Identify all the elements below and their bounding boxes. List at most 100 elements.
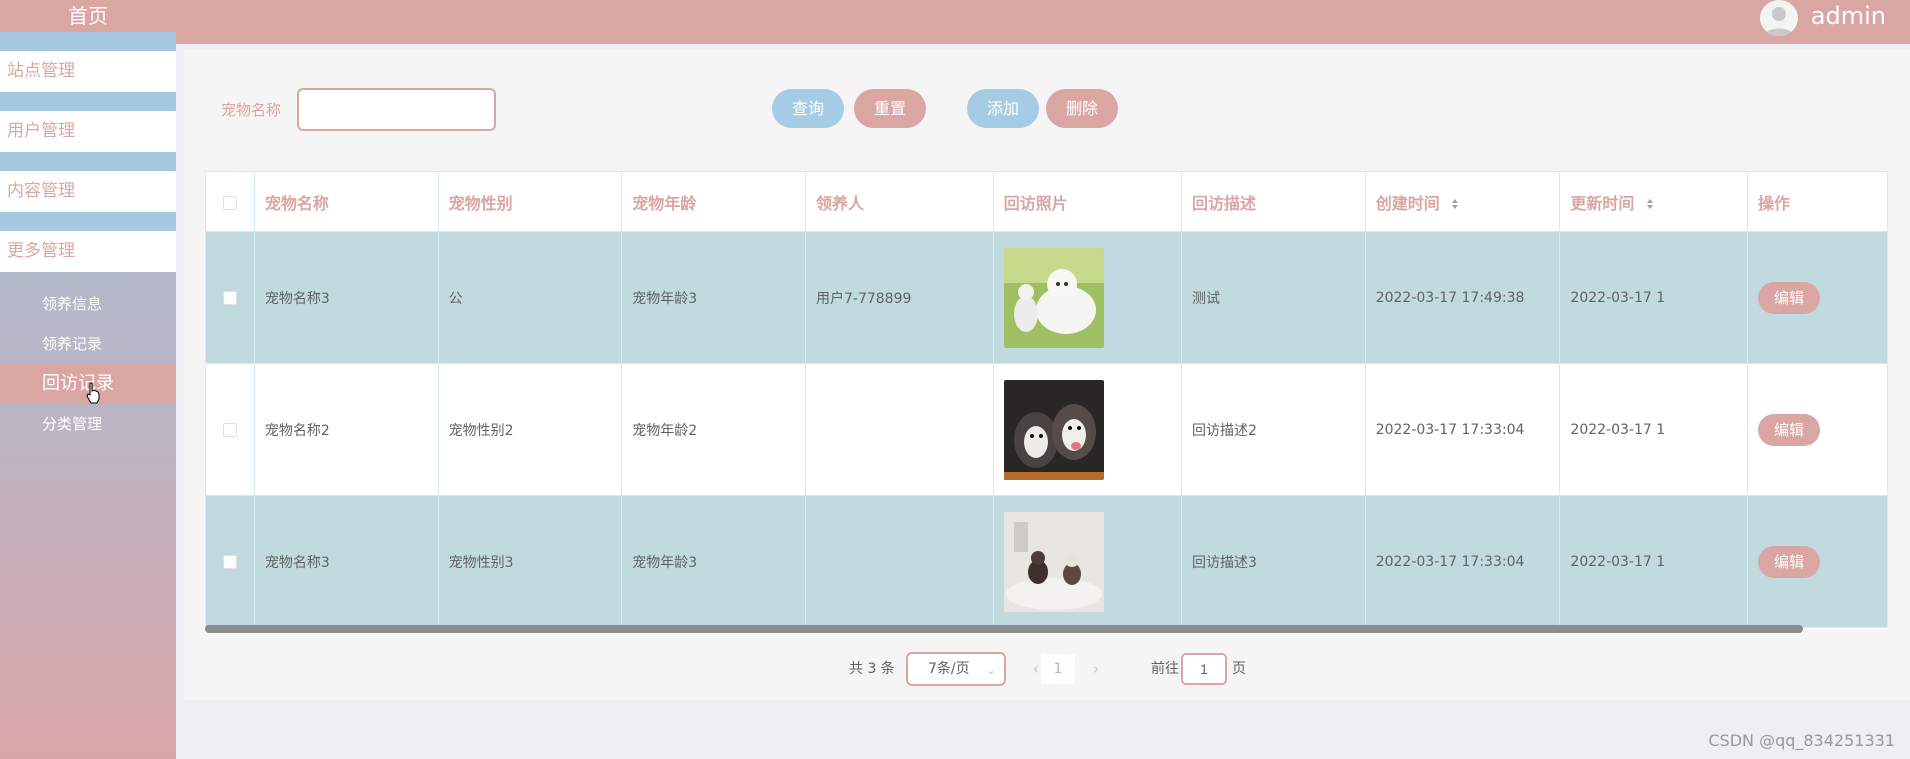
cell-visit-desc: 回访描述2: [1181, 363, 1366, 496]
pagination-total: 共 3 条: [849, 661, 895, 677]
hand-cursor-icon: [86, 382, 100, 404]
data-table: 宠物名称 宠物性别 宠物年龄 领养人 回访照片 回访描述 创建时间 更新时间 操…: [205, 171, 1888, 628]
cell-pet-age: 宠物年龄3: [621, 231, 806, 364]
add-button[interactable]: 添加: [967, 89, 1039, 128]
data-table-container: 宠物名称 宠物性别 宠物年龄 领养人 回访照片 回访描述 创建时间 更新时间 操…: [205, 171, 1888, 629]
page-size-select[interactable]: 7条/页 ⌄: [906, 652, 1006, 686]
col-header-created[interactable]: 创建时间: [1364, 171, 1561, 232]
cell-pet-age: 宠物年龄3: [621, 495, 806, 628]
cell-pet-age: 宠物年龄2: [621, 363, 806, 496]
cell-pet-gender: 公: [437, 231, 623, 364]
col-header-pet-age: 宠物年龄: [621, 171, 806, 232]
goto-page-input[interactable]: [1181, 653, 1227, 685]
sidebar-menu-users[interactable]: 用户管理: [0, 111, 176, 152]
cell-actions: 编辑: [1747, 495, 1888, 628]
col-header-label: 创建时间: [1375, 193, 1440, 213]
col-header-pet-name: 宠物名称: [253, 171, 439, 232]
sidebar-menu-content[interactable]: 内容管理: [0, 171, 176, 212]
sidebar-home-link[interactable]: 首页: [0, 0, 176, 32]
cell-pet-name: 宠物名称3: [253, 231, 439, 364]
cell-pet-name: 宠物名称2: [253, 363, 439, 496]
horizontal-scrollbar[interactable]: [205, 625, 1803, 633]
edit-button[interactable]: 编辑: [1758, 413, 1821, 446]
main-panel: 宠物名称 查询 重置 添加 删除 宠物名称 宠物性别 宠物年龄 领养人 回访照片…: [184, 50, 1910, 700]
col-header-pet-gender: 宠物性别: [437, 171, 623, 232]
table-header-row: 宠物名称 宠物性别 宠物年龄 领养人 回访照片 回访描述 创建时间 更新时间 操…: [205, 171, 1888, 232]
page-suffix-label: 页: [1232, 661, 1246, 677]
cell-pet-gender: 宠物性别3: [437, 495, 623, 628]
table-row: 宠物名称2 宠物性别2 宠物年龄2 回访描述2 2022-03-17 17:33…: [205, 363, 1888, 496]
avatar[interactable]: [1760, 0, 1798, 36]
white-dogs-photo[interactable]: [1003, 247, 1104, 348]
cell-updated: 2022-03-17 1: [1559, 231, 1749, 364]
cell-adopter: [804, 363, 994, 496]
col-header-visit-desc: 回访描述: [1181, 171, 1366, 232]
sidebar-gap: [0, 92, 176, 111]
cell-visit-photo: [992, 231, 1183, 364]
cell-actions: 编辑: [1747, 363, 1888, 496]
cell-created: 2022-03-17 17:33:04: [1364, 363, 1561, 496]
cell-adopter: 用户7-778899: [804, 231, 994, 364]
cell-visit-photo: [992, 363, 1183, 496]
edit-button[interactable]: 编辑: [1758, 281, 1821, 314]
sidebar-item-category[interactable]: 分类管理: [0, 404, 176, 444]
sort-icon[interactable]: [1451, 198, 1459, 210]
cell-visit-desc: 回访描述3: [1181, 495, 1366, 628]
col-header-actions: 操作: [1747, 171, 1888, 232]
table-row: 宠物名称3 宠物性别3 宠物年龄3 回访描述3 2022-03-17 17:33…: [205, 495, 1888, 628]
sidebar-item-label: 回访记录: [42, 373, 114, 394]
username[interactable]: admin: [1811, 0, 1886, 32]
cell-created: 2022-03-17 17:49:38: [1364, 231, 1561, 364]
search-label: 宠物名称: [221, 101, 282, 119]
page-size-value: 7条/页: [928, 661, 970, 677]
cell-visit-photo: [992, 495, 1183, 628]
husky-puppies-photo[interactable]: [1003, 379, 1104, 480]
cell-pet-name: 宠物名称3: [253, 495, 439, 628]
user-icon: [1765, 7, 1793, 36]
row-select-cell: [205, 231, 255, 364]
chevron-left-icon: ‹: [1032, 659, 1040, 678]
row-select-cell: [205, 363, 255, 496]
sidebar-menu-more[interactable]: 更多管理: [0, 231, 176, 272]
sidebar-item-adoption-info[interactable]: 领养信息: [0, 284, 176, 324]
cell-created: 2022-03-17 17:33:04: [1364, 495, 1561, 628]
row-checkbox[interactable]: [222, 422, 237, 437]
col-header-label: 更新时间: [1570, 193, 1635, 213]
row-checkbox[interactable]: [222, 290, 237, 305]
goto-label: 前往: [1151, 661, 1179, 677]
sidebar-item-visit-records[interactable]: 回访记录: [0, 364, 176, 404]
pet-name-search-input[interactable]: [297, 88, 496, 131]
col-header-visit-photo: 回访照片: [992, 171, 1183, 232]
select-all-cell: [205, 171, 255, 232]
sidebar-item-adoption-records[interactable]: 领养记录: [0, 324, 176, 364]
chevron-down-icon: ⌄: [985, 663, 996, 677]
next-page-button[interactable]: ›: [1079, 654, 1113, 684]
sidebar-gap: [0, 32, 176, 51]
sidebar: 首页 站点管理 用户管理 内容管理 更多管理 领养信息 领养记录 回访记录 分类…: [0, 0, 176, 759]
sidebar-menu-site[interactable]: 站点管理: [0, 51, 176, 92]
row-checkbox[interactable]: [222, 554, 237, 569]
reset-button[interactable]: 重置: [854, 89, 926, 128]
watermark: CSDN @qq_834251331: [1708, 731, 1895, 750]
sort-icon[interactable]: [1646, 198, 1654, 210]
page-number[interactable]: 1: [1041, 654, 1075, 684]
small-dogs-photo[interactable]: [1003, 511, 1104, 612]
table-row: 宠物名称3 公 宠物年龄3 用户7-778899 测试 2022-03-17 1…: [205, 231, 1888, 364]
chevron-right-icon: ›: [1092, 659, 1100, 678]
cell-pet-gender: 宠物性别2: [437, 363, 623, 496]
sidebar-gap: [0, 152, 176, 171]
cell-adopter: [804, 495, 994, 628]
sidebar-gap: [0, 212, 176, 231]
cell-actions: 编辑: [1747, 231, 1888, 364]
col-header-updated[interactable]: 更新时间: [1559, 171, 1749, 232]
col-header-adopter: 领养人: [804, 171, 994, 232]
edit-button[interactable]: 编辑: [1758, 545, 1821, 578]
cell-updated: 2022-03-17 1: [1559, 363, 1749, 496]
query-button[interactable]: 查询: [772, 89, 844, 128]
cell-visit-desc: 测试: [1181, 231, 1366, 364]
delete-button[interactable]: 删除: [1046, 89, 1118, 128]
select-all-checkbox[interactable]: [222, 195, 237, 210]
cell-updated: 2022-03-17 1: [1559, 495, 1749, 628]
top-bar: admin: [176, 0, 1910, 44]
